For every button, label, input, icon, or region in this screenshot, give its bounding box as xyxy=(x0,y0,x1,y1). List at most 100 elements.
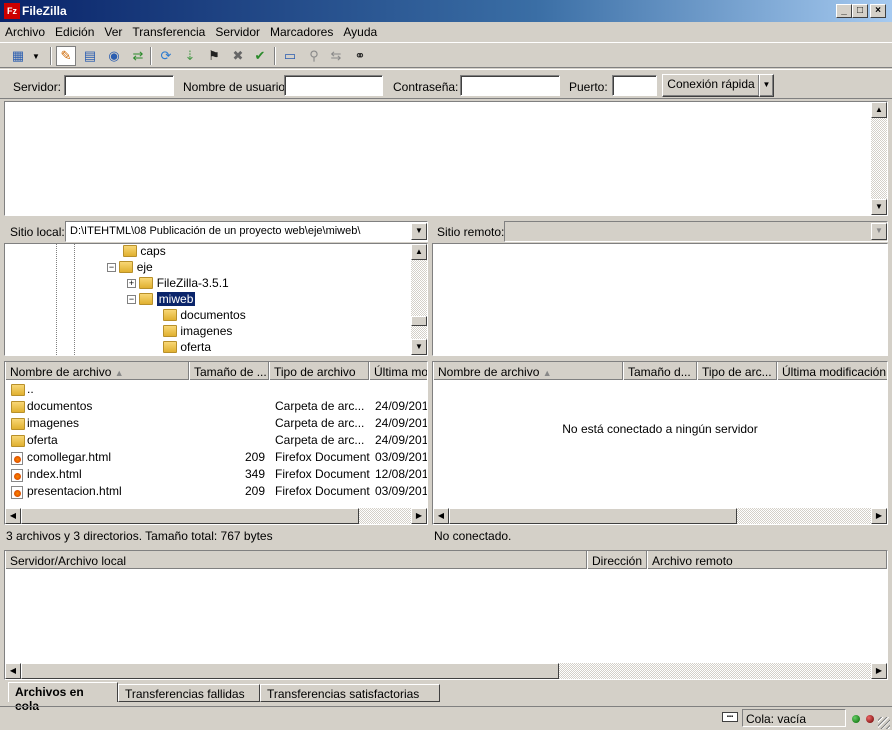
scroll-thumb[interactable] xyxy=(21,663,559,679)
local-status-text: 3 archivos y 3 directorios. Tamaño total… xyxy=(6,529,273,543)
remote-file-list-hscrollbar[interactable]: ◀ ▶ xyxy=(433,508,887,524)
tree-guide-line xyxy=(74,244,75,355)
collapse-icon[interactable]: − xyxy=(107,263,116,272)
scroll-right-icon[interactable]: ▶ xyxy=(411,508,427,524)
remote-site-label: Sitio remoto: xyxy=(437,225,505,239)
column-header-name[interactable]: Nombre de archivo ▲ xyxy=(5,362,189,380)
tree-node-label: documentos xyxy=(180,308,246,322)
remote-path-dropdown-icon[interactable]: ▼ xyxy=(871,223,887,240)
queue-status: Cola: vacía xyxy=(742,709,846,727)
file-name: .. xyxy=(27,382,34,396)
menu-servidor[interactable]: Servidor xyxy=(210,22,265,42)
column-header-size[interactable]: Tamaño d... xyxy=(623,362,697,380)
column-header-name[interactable]: Nombre de archivo ▲ xyxy=(433,362,623,380)
tree-node[interactable]: + FileZilla-3.5.1 xyxy=(127,276,229,290)
port-input[interactable] xyxy=(612,75,657,96)
tree-node[interactable]: caps xyxy=(123,244,166,258)
toggle-message-log-icon[interactable]: ✎ xyxy=(56,46,76,66)
local-path-combo[interactable]: D:\ITEHTML\08 Publicación de un proyecto… xyxy=(65,221,428,242)
local-file-list-hscrollbar[interactable]: ◀ ▶ xyxy=(5,508,427,524)
tree-node-label: imagenes xyxy=(180,324,233,338)
column-header-modified[interactable]: Última mod xyxy=(369,362,427,380)
scroll-thumb[interactable] xyxy=(21,508,359,524)
directory-listing-filters-icon[interactable]: ▭ xyxy=(280,46,300,66)
scroll-left-icon[interactable]: ◀ xyxy=(5,508,21,524)
column-header-type[interactable]: Tipo de arc... xyxy=(697,362,777,380)
column-header-size[interactable]: Tamaño de ... xyxy=(189,362,269,380)
minimize-button[interactable]: _ xyxy=(836,4,852,18)
receive-indicator-icon xyxy=(852,715,860,723)
scroll-thumb[interactable] xyxy=(411,316,427,326)
menu-transferencia[interactable]: Transferencia xyxy=(127,22,210,42)
close-button[interactable]: × xyxy=(870,4,886,18)
local-directory-tree: caps − eje + FileZilla-3.5.1 − miweb doc… xyxy=(4,243,428,356)
server-input[interactable] xyxy=(64,75,174,96)
username-input[interactable] xyxy=(284,75,383,96)
scroll-left-icon[interactable]: ◀ xyxy=(5,663,21,679)
site-manager-icon[interactable]: ▦ xyxy=(8,46,28,66)
menu-marcadores[interactable]: Marcadores xyxy=(265,22,338,42)
site-manager-dropdown-icon[interactable]: ▼ xyxy=(30,46,42,66)
toggle-local-tree-icon[interactable]: ▤ xyxy=(80,46,100,66)
cancel-operation-icon[interactable]: ⚑ xyxy=(204,46,224,66)
directory-comparison-icon[interactable]: ⚲ xyxy=(304,46,324,66)
username-label: Nombre de usuario: xyxy=(183,80,289,94)
quickconnect-dropdown-icon[interactable]: ▼ xyxy=(759,74,774,97)
remote-path-combo[interactable]: ▼ xyxy=(504,221,888,242)
tree-node[interactable]: documentos xyxy=(163,308,246,322)
scroll-down-icon[interactable]: ▼ xyxy=(871,199,887,215)
file-size: 209 xyxy=(245,484,266,498)
scroll-up-icon[interactable]: ▲ xyxy=(871,102,887,118)
menu-edicion[interactable]: Edición xyxy=(50,22,99,42)
toggle-remote-tree-icon[interactable]: ◉ xyxy=(104,46,124,66)
column-label: Nombre de archivo xyxy=(10,365,112,379)
menu-ayuda[interactable]: Ayuda xyxy=(338,22,382,42)
quickconnect-button[interactable]: Conexión rápida xyxy=(662,74,760,97)
scroll-up-icon[interactable]: ▲ xyxy=(411,244,427,260)
column-header-modified[interactable]: Última modificación xyxy=(777,362,887,380)
disconnect-icon[interactable]: ✖ xyxy=(228,46,248,66)
queue-hscrollbar[interactable]: ◀ ▶ xyxy=(5,663,887,679)
menu-ver[interactable]: Ver xyxy=(99,22,127,42)
scroll-right-icon[interactable]: ▶ xyxy=(871,663,887,679)
expand-icon[interactable]: + xyxy=(127,279,136,288)
scroll-down-icon[interactable]: ▼ xyxy=(411,339,427,355)
file-date: 03/09/201 xyxy=(375,450,428,464)
reconnect-icon[interactable]: ✔ xyxy=(250,46,270,66)
speed-limit-icon[interactable]: ▪▪▪ xyxy=(722,712,738,722)
column-header-type[interactable]: Tipo de archivo xyxy=(269,362,369,380)
synchronized-browsing-icon[interactable]: ⇆ xyxy=(326,46,346,66)
column-header-server-local-file[interactable]: Servidor/Archivo local xyxy=(5,551,587,569)
column-header-remote-file[interactable]: Archivo remoto xyxy=(647,551,887,569)
password-input[interactable] xyxy=(460,75,560,96)
collapse-icon[interactable]: − xyxy=(127,295,136,304)
toggle-queue-icon[interactable]: ⇄ xyxy=(128,46,148,66)
tree-node-selected[interactable]: − miweb xyxy=(127,292,196,306)
local-path-dropdown-icon[interactable]: ▼ xyxy=(411,223,427,240)
file-date: 24/09/201 xyxy=(375,416,428,430)
tree-node[interactable]: oferta xyxy=(163,340,211,354)
tree-node[interactable]: imagenes xyxy=(163,324,232,338)
scroll-thumb[interactable] xyxy=(449,508,737,524)
server-label: Servidor: xyxy=(13,80,62,94)
tab-successful-transfers[interactable]: Transferencias satisfactorias xyxy=(260,684,440,702)
menu-archivo[interactable]: Archivo xyxy=(0,22,50,42)
message-log-scrollbar[interactable]: ▲ ▼ xyxy=(871,102,887,215)
local-tree-scrollbar[interactable]: ▲ ▼ xyxy=(411,244,427,355)
tree-node[interactable]: − eje xyxy=(107,260,153,274)
resize-grip-icon[interactable] xyxy=(878,717,890,729)
search-files-icon[interactable]: ⚭ xyxy=(350,46,370,66)
scroll-left-icon[interactable]: ◀ xyxy=(433,508,449,524)
refresh-icon[interactable]: ⟳ xyxy=(156,46,176,66)
tab-queued-files[interactable]: Archivos en cola xyxy=(8,682,118,713)
process-queue-icon[interactable]: ⇣ xyxy=(180,46,200,66)
file-name: index.html xyxy=(27,467,82,481)
tree-node-label: oferta xyxy=(180,340,212,354)
maximize-button[interactable]: □ xyxy=(852,4,868,18)
folder-icon xyxy=(163,325,177,337)
folder-icon xyxy=(163,341,177,353)
column-header-direction[interactable]: Dirección xyxy=(587,551,647,569)
tab-failed-transfers[interactable]: Transferencias fallidas xyxy=(118,684,260,702)
scroll-right-icon[interactable]: ▶ xyxy=(871,508,887,524)
transfer-queue: Servidor/Archivo local Dirección Archivo… xyxy=(4,550,888,680)
